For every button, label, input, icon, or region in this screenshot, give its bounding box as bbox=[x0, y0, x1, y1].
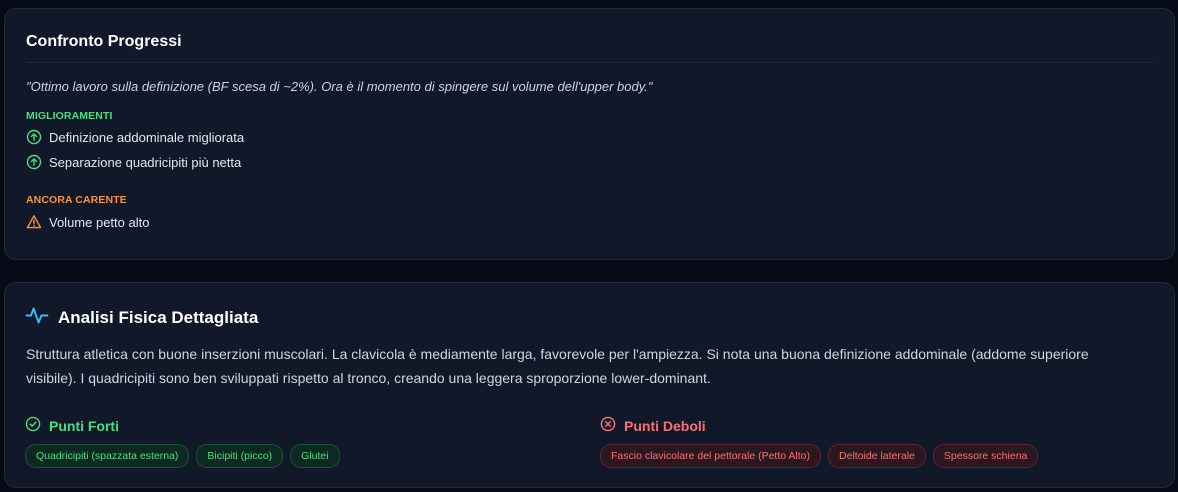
x-circle-icon bbox=[600, 416, 616, 435]
lacking-label: ANCORA CARENTE bbox=[26, 194, 127, 206]
check-circle-icon bbox=[25, 416, 41, 435]
physical-analysis-card: Analisi Fisica Dettagliata Struttura atl… bbox=[4, 282, 1175, 488]
strength-tag: Quadricipiti (spazzata esterna) bbox=[25, 444, 190, 468]
strengths-tags: Quadricipiti (spazzata esterna) Bicipiti… bbox=[25, 444, 340, 468]
weakness-tag: Deltoide laterale bbox=[828, 444, 926, 468]
strengths-label: Punti Forti bbox=[49, 417, 119, 434]
improvement-text: Definizione addominale migliorata bbox=[49, 129, 245, 145]
strength-tag: Bicipiti (picco) bbox=[196, 444, 284, 468]
warning-triangle-icon bbox=[26, 214, 42, 230]
lacking-item: Volume petto alto bbox=[26, 214, 149, 230]
arrow-up-circle-icon bbox=[26, 129, 42, 145]
arrow-up-circle-icon bbox=[26, 154, 42, 170]
coach-quote: "Ottimo lavoro sulla definizione (BF sce… bbox=[26, 79, 653, 94]
analysis-description: Struttura atletica con buone inserzioni … bbox=[26, 346, 1089, 386]
weaknesses-header: Punti Deboli bbox=[600, 416, 706, 435]
weakness-tag: Spessore schiena bbox=[932, 444, 1039, 468]
improvement-item: Definizione addominale migliorata bbox=[26, 129, 244, 145]
weaknesses-tags: Fascio clavicolare del pettorale (Petto … bbox=[600, 444, 1039, 468]
divider bbox=[26, 62, 1153, 63]
weaknesses-label: Punti Deboli bbox=[624, 417, 706, 434]
activity-pulse-icon bbox=[25, 303, 49, 332]
progress-title: Confronto Progressi bbox=[26, 33, 182, 50]
progress-comparison-card: Confronto Progressi "Ottimo lavoro sulla… bbox=[4, 8, 1175, 260]
analysis-header: Analisi Fisica Dettagliata bbox=[25, 303, 258, 332]
analysis-title: Analisi Fisica Dettagliata bbox=[58, 307, 259, 327]
lacking-text: Volume petto alto bbox=[49, 214, 150, 230]
weakness-tag: Fascio clavicolare del pettorale (Petto … bbox=[600, 444, 822, 468]
improvement-item: Separazione quadricipiti più netta bbox=[26, 154, 241, 170]
improvement-text: Separazione quadricipiti più netta bbox=[49, 154, 242, 170]
strengths-header: Punti Forti bbox=[25, 416, 119, 435]
improvements-label: MIGLIORAMENTI bbox=[26, 110, 113, 122]
strength-tag: Glutei bbox=[290, 444, 340, 468]
